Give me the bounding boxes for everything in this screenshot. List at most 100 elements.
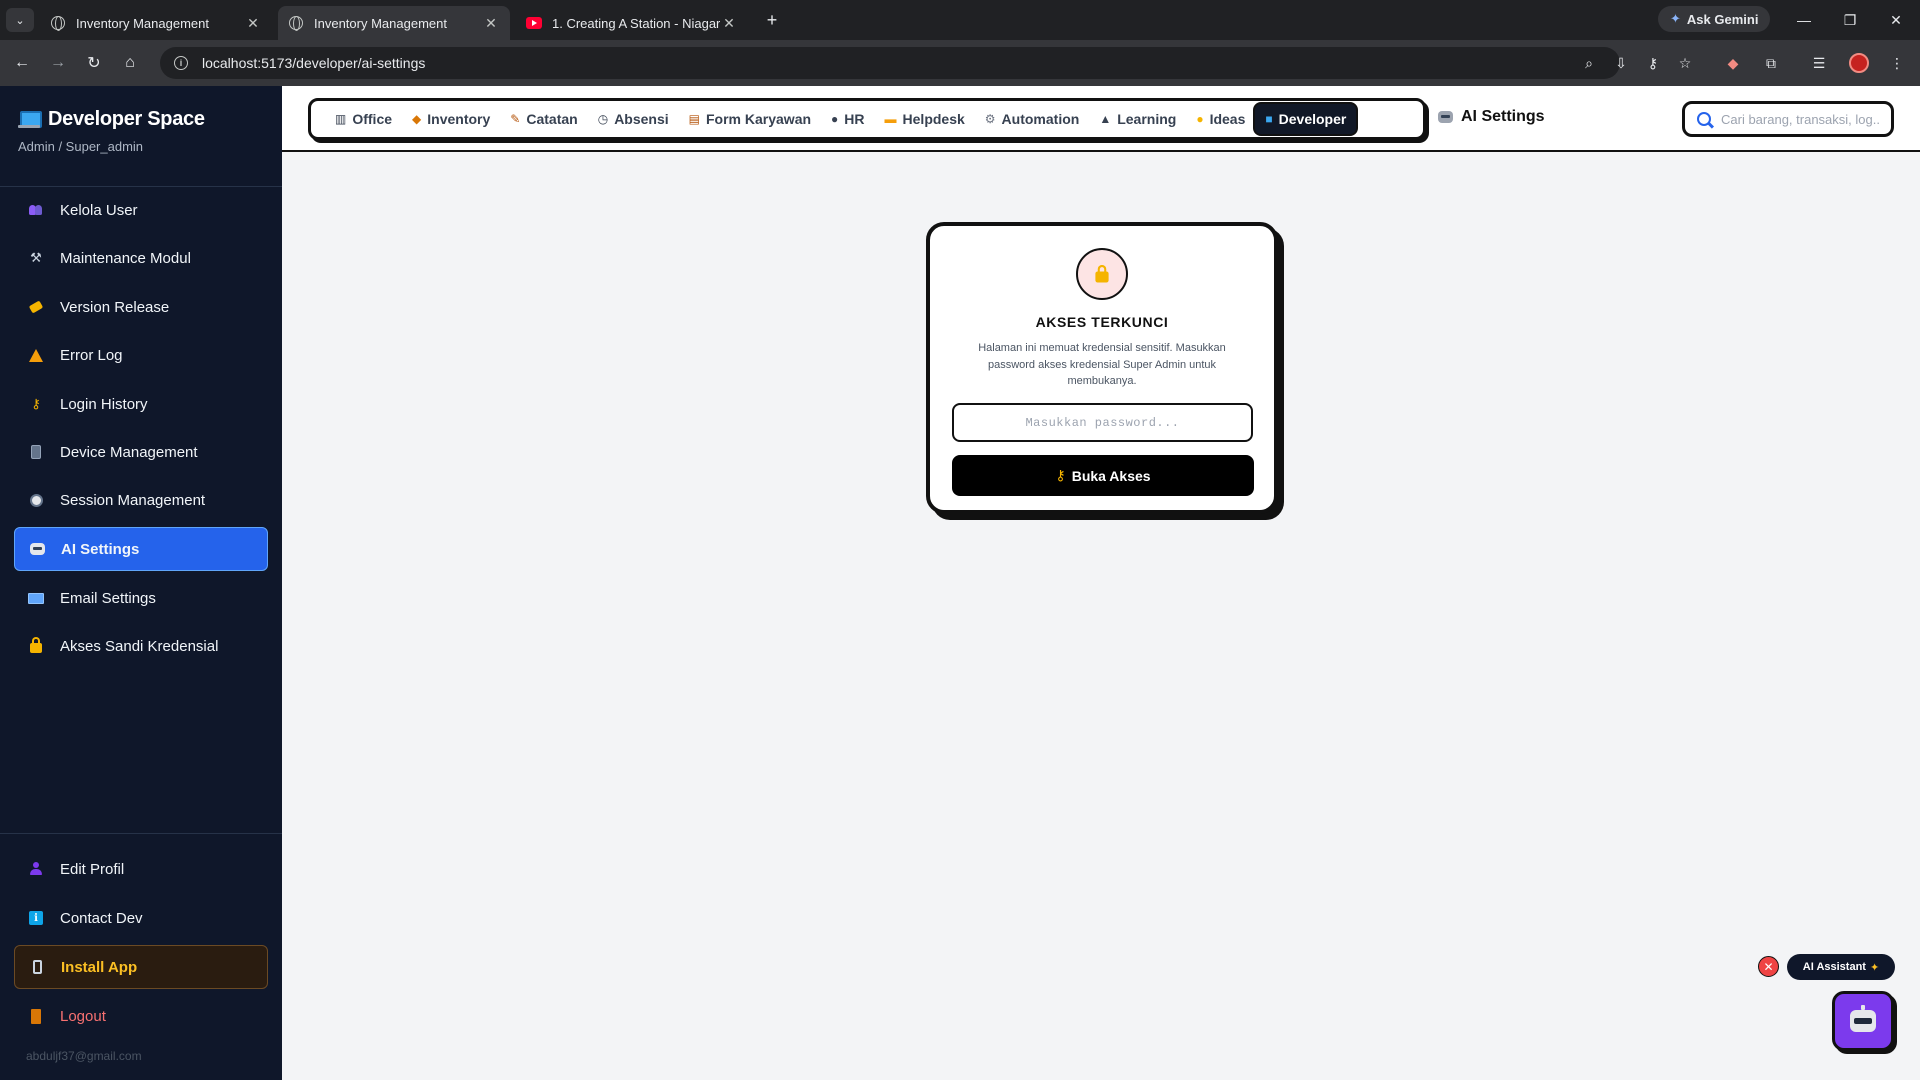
phone-install-icon <box>29 959 45 975</box>
card-description: Halaman ini memuat kredensial sensitif. … <box>978 342 1226 387</box>
open-access-label: Buka Akses <box>1071 467 1151 484</box>
address-bar[interactable]: i localhost:5173/developer/ai-settings <box>160 47 1620 79</box>
laptop-icon <box>18 110 42 129</box>
extension-icon[interactable]: ◆ <box>1722 52 1744 74</box>
assistant-close-button[interactable]: ✕ <box>1758 956 1779 977</box>
divider <box>0 186 282 187</box>
assistant-label-pill[interactable]: AI Assistant ✦ <box>1787 954 1895 980</box>
reading-list-icon[interactable]: ☰ <box>1808 52 1830 74</box>
brand-subtitle: Admin / Super_admin <box>18 139 144 154</box>
tools-icon: ⚒ <box>30 250 42 265</box>
close-icon[interactable]: ✕ <box>244 15 262 32</box>
close-icon[interactable]: ✕ <box>482 15 500 32</box>
module-hr[interactable]: ● HR <box>821 104 874 134</box>
sparkle-icon: ✦ <box>1670 11 1681 26</box>
install-icon[interactable]: ⇩ <box>1610 52 1632 74</box>
install-app-label: Install App <box>61 958 138 976</box>
sidebar-item-email-settings[interactable]: Email Settings <box>14 576 268 620</box>
module-automation[interactable]: ⚙ Automation <box>975 104 1090 134</box>
logout-button[interactable]: Logout <box>14 994 268 1038</box>
sidebar-item-label: Email Settings <box>60 589 156 607</box>
sidebar-item-device-management[interactable]: Device Management <box>14 430 268 474</box>
assistant-label: AI Assistant <box>1802 961 1866 973</box>
window-close-button[interactable]: ✕ <box>1876 8 1916 32</box>
module-label: Developer <box>1278 111 1347 127</box>
office-icon: ▥ <box>335 112 347 126</box>
person-icon: ● <box>831 112 839 126</box>
laptop-icon: ■ <box>1265 112 1273 126</box>
tab-title: Inventory Management <box>314 15 447 31</box>
extensions-puzzle-icon[interactable]: ⧉ <box>1760 52 1782 74</box>
key-icon: ⚷ <box>31 396 41 411</box>
brand: Developer Space <box>18 108 205 131</box>
module-label: Catatan <box>526 111 578 127</box>
youtube-icon <box>526 15 542 31</box>
tab-search-button[interactable]: ⌄ <box>6 8 34 32</box>
module-ideas[interactable]: ● Ideas <box>1186 104 1255 134</box>
profile-avatar[interactable] <box>1848 52 1870 74</box>
gemini-label: Ask Gemini <box>1686 11 1759 27</box>
zoom-icon[interactable]: ⌕ <box>1578 52 1600 74</box>
sidebar-item-label: Maintenance Modul <box>60 249 191 267</box>
sidebar: Developer Space Admin / Super_admin Kelo… <box>0 86 282 1080</box>
sidebar-item-maintenance-modul[interactable]: ⚒ Maintenance Modul <box>14 236 268 280</box>
module-developer[interactable]: ■ Developer <box>1255 104 1357 134</box>
back-button[interactable]: ← <box>10 51 34 75</box>
module-office[interactable]: ▥ Office <box>325 104 402 134</box>
module-nav: ▥ Office ◆ Inventory ✎ Catatan ◷ Absensi… <box>308 98 1426 140</box>
module-inventory[interactable]: ◆ Inventory <box>402 104 500 134</box>
globe-icon <box>50 15 66 31</box>
new-tab-button[interactable]: + <box>758 8 786 32</box>
install-app-button[interactable]: Install App <box>14 945 268 989</box>
sidebar-item-label: Login History <box>60 395 148 413</box>
module-form-karyawan[interactable]: ▤ Form Karyawan <box>679 104 821 134</box>
sidebar-item-label: Akses Sandi Kredensial <box>60 637 219 655</box>
restore-button[interactable]: ❐ <box>1830 8 1870 32</box>
module-catatan[interactable]: ✎ Catatan <box>500 104 587 134</box>
sidebar-item-ai-settings[interactable]: AI Settings <box>14 527 268 571</box>
bookmark-star-icon[interactable]: ☆ <box>1674 52 1696 74</box>
brand-name: Developer Space <box>48 108 205 130</box>
sidebar-item-error-log[interactable]: Error Log <box>14 333 268 377</box>
assistant-launcher-button[interactable] <box>1832 991 1894 1051</box>
browser-tab-active[interactable]: Inventory Management ✕ <box>278 6 510 40</box>
door-icon <box>28 1008 44 1024</box>
sidebar-item-version-release[interactable]: Version Release <box>14 285 268 329</box>
password-key-icon[interactable]: ⚷ <box>1642 52 1664 74</box>
menu-kebab-icon[interactable]: ⋮ <box>1886 52 1908 74</box>
forward-button[interactable]: → <box>46 51 70 75</box>
edit-profile-link[interactable]: Edit Profil <box>14 847 268 891</box>
reload-button[interactable]: ↻ <box>82 51 106 75</box>
module-label: Ideas <box>1209 111 1246 127</box>
close-icon[interactable]: ✕ <box>720 15 738 32</box>
module-helpdesk[interactable]: ▬ Helpdesk <box>875 104 975 134</box>
global-search[interactable] <box>1682 101 1894 137</box>
globe-icon <box>288 15 304 31</box>
sidebar-item-login-history[interactable]: ⚷ Login History <box>14 382 268 426</box>
lock-icon <box>28 637 44 654</box>
search-input[interactable] <box>1721 111 1881 127</box>
sidebar-item-akses-sandi-kredensial[interactable]: Akses Sandi Kredensial <box>14 624 268 668</box>
app-root: Developer Space Admin / Super_admin Kelo… <box>0 86 1920 1080</box>
tag-icon <box>28 299 44 315</box>
module-label: Form Karyawan <box>706 111 812 127</box>
sidebar-item-session-management[interactable]: Session Management <box>14 478 268 522</box>
contact-dev-link[interactable]: i Contact Dev <box>14 896 268 940</box>
module-absensi[interactable]: ◷ Absensi <box>588 104 679 134</box>
module-learning[interactable]: ▲ Learning <box>1089 104 1186 134</box>
home-button[interactable]: ⌂ <box>118 51 142 75</box>
site-info-icon[interactable]: i <box>174 56 188 70</box>
lock-icon <box>1095 264 1109 282</box>
minimize-button[interactable]: — <box>1784 8 1824 32</box>
browser-tab[interactable]: Inventory Management ✕ <box>40 6 272 40</box>
robot-icon <box>29 541 45 557</box>
module-label: Absensi <box>614 111 669 127</box>
tab-title: Inventory Management <box>76 15 209 31</box>
password-field[interactable] <box>952 403 1253 442</box>
sidebar-item-kelola-user[interactable]: Kelola User <box>14 188 268 232</box>
sidebar-item-label: Version Release <box>60 298 170 316</box>
module-label: HR <box>844 111 865 127</box>
open-access-button[interactable]: ⚷ Buka Akses <box>952 455 1254 496</box>
browser-tab[interactable]: 1. Creating A Station - Niagara ✕ <box>516 6 748 40</box>
ask-gemini-button[interactable]: ✦ Ask Gemini <box>1658 6 1771 32</box>
